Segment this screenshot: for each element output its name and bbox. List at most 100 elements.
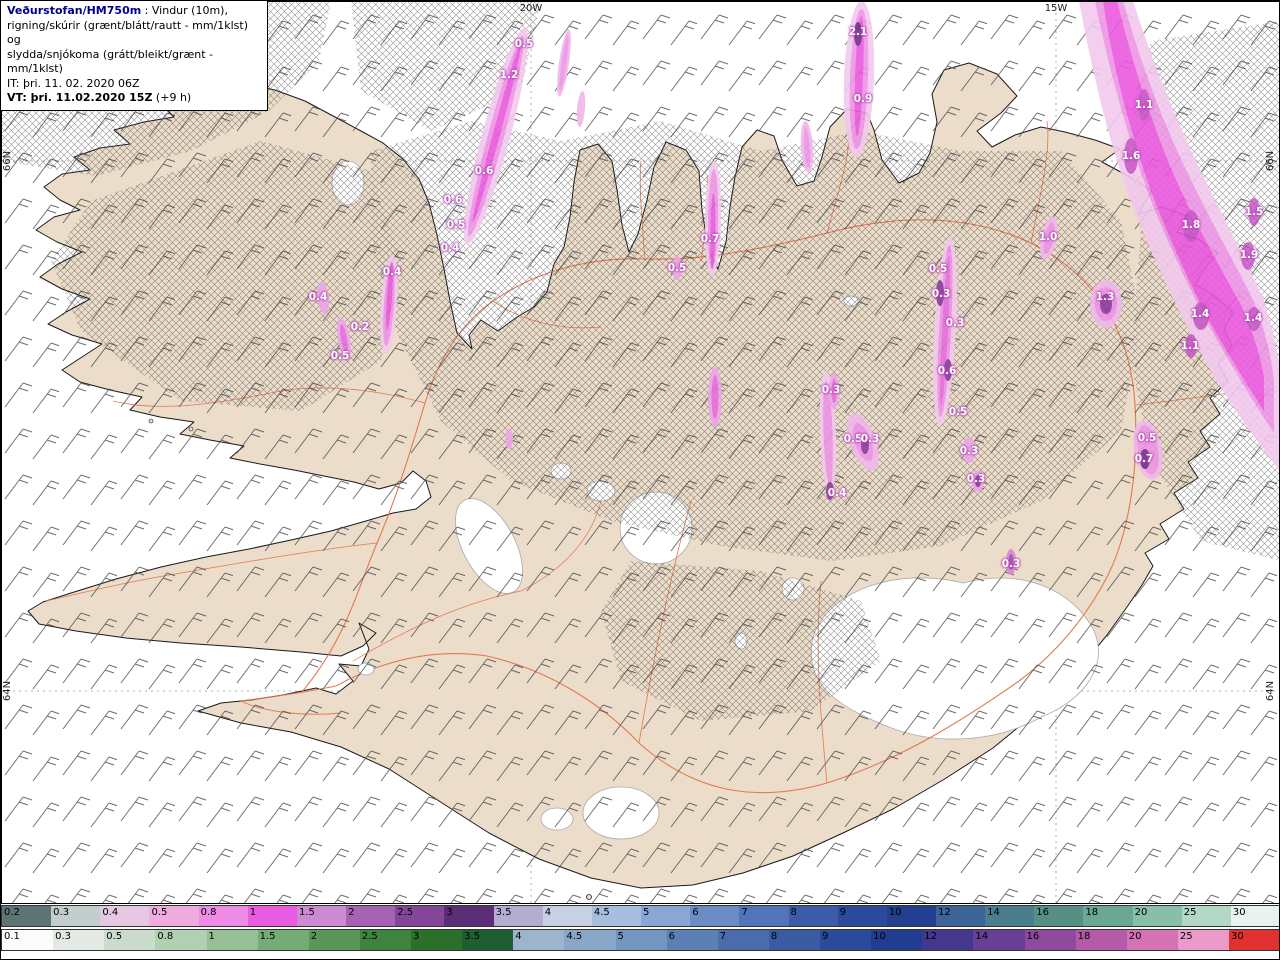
legend-cell-label: 25 [1183, 907, 1197, 918]
legend-cell: 12 [935, 906, 986, 926]
valid-time-offset: (+9 h) [152, 91, 192, 105]
legend-cell: 1.5 [296, 906, 347, 926]
legend-cell: 18 [1083, 906, 1133, 926]
legend-cell-label: 20 [1134, 907, 1148, 918]
legend-cell: 8 [788, 906, 838, 926]
legend-cell-label: 7 [741, 907, 748, 918]
map-area: 20W 15W 66N 64N 66N 64N 0.5 2.1 1.2 0.9 1.1 1… [1, 1, 1279, 904]
coord-label-66n-right: 66N [1265, 151, 1276, 171]
legend-cell-label: 0.8 [157, 931, 174, 942]
legend-cell-label: 14 [987, 907, 1000, 918]
legend-cell-label: 3.5 [464, 931, 481, 942]
legend-cell: 10 [871, 930, 923, 950]
legend-cell: 25 [1181, 906, 1231, 926]
legend-cell: 7 [739, 906, 789, 926]
legend-cell: 0.1 [2, 930, 54, 950]
legend-cell-label: 18 [1085, 907, 1099, 918]
legend-cell: 16 [1024, 930, 1076, 950]
legend-cell: 25 [1177, 930, 1229, 950]
map-canvas: 20W 15W 66N 64N 66N 64N [1, 1, 1279, 904]
legend-cell-label: 6 [668, 931, 675, 942]
legend-cell: 20 [1132, 906, 1182, 926]
legend-cell-label: 1.5 [259, 931, 276, 942]
legend-cell: 2.5 [359, 930, 411, 950]
legend-cell: 20 [1126, 930, 1178, 950]
legend-cell: 4.5 [564, 930, 616, 950]
legend-cell: 1 [247, 906, 297, 926]
legend-cell: 2.5 [395, 906, 445, 926]
title-box: Veðurstofan/HM750m : Vindur (10m), rigni… [1, 1, 268, 111]
legend-cell-label: 2 [310, 931, 318, 942]
legend-cell: 9 [820, 930, 872, 950]
legend-cell: 5 [615, 930, 667, 950]
legend-cell-label: 12 [937, 907, 951, 918]
title-variable: : Vindur (10m), [141, 4, 228, 17]
legend-cell: 6 [666, 930, 718, 950]
legend-cell: 0.8 [198, 906, 248, 926]
title-line-2: rigning/skúrir (grænt/blátt/rautt - mm/1… [7, 18, 249, 47]
legend-cell-label: 8 [790, 907, 797, 918]
legend-cell: 3.5 [462, 930, 514, 950]
weather-chart-frame: 20W 15W 66N 64N 66N 64N 0.5 2.1 1.2 0.9 1.1 1… [0, 0, 1280, 960]
legend-cell: 0.2 [2, 906, 52, 926]
legend-cell-label: 3.5 [495, 907, 512, 918]
legend-cell: 30 [1230, 906, 1279, 926]
legend-cell-label: 2.5 [397, 907, 414, 918]
valid-time: VT: þri. 11.02.2020 15Z (+9 h) [7, 91, 259, 106]
legend-cell: 2 [308, 930, 360, 950]
legend-cell: 0.8 [155, 930, 207, 950]
legend-rain-scale: 0.1 0.3 0.5 0.8 1 1.5 2 2.5 3 3.5 4 4.5 5 6 7 8 9 10 12 14 1… [1, 929, 1279, 951]
legend-cell: 4 [513, 930, 565, 950]
legend-cell-label: 0.1 [4, 931, 20, 942]
legend-cell-label: 5 [643, 907, 650, 918]
legend-cell: 3 [444, 906, 494, 926]
model-name: Veðurstofan/HM750m [7, 4, 142, 17]
legend-cell: 1.5 [257, 930, 309, 950]
legend-cell-label: 30 [1231, 931, 1244, 942]
legend-cell-label: 9 [839, 907, 847, 918]
coord-label-64n-right: 64N [1265, 681, 1276, 701]
legend-cell-label: 1 [208, 931, 215, 942]
legend-cell-label: 0.8 [200, 907, 217, 918]
legend-cell: 5 [641, 906, 691, 926]
legend-cell-label: 2.5 [361, 931, 378, 942]
valid-time-bold: VT: þri. 11.02.2020 15Z [7, 91, 153, 105]
legend-cell-label: 3 [413, 931, 420, 942]
legend-cell-label: 10 [873, 931, 886, 942]
legend-cell-label: 6 [692, 907, 699, 918]
legend: 0.2 0.3 0.4 0.5 0.8 1 1.5 2 2.5 3 3.5 4 4.5 5 6 7 8 9 10 12… [1, 905, 1279, 953]
legend-cell: 14 [985, 906, 1035, 926]
legend-cell: 10 [886, 906, 936, 926]
legend-cell: 0.3 [51, 906, 101, 926]
legend-cell-label: 0.3 [55, 931, 72, 942]
legend-cell-label: 4.5 [566, 931, 583, 942]
legend-cell-label: 0.4 [102, 907, 119, 918]
coord-label-20w: 20W [520, 3, 543, 14]
legend-cell-label: 8 [770, 931, 778, 942]
legend-cell: 9 [837, 906, 887, 926]
coord-label-64n-left: 64N [2, 681, 13, 701]
legend-cell-label: 25 [1179, 931, 1193, 942]
legend-cell-label: 0.3 [53, 907, 70, 918]
legend-cell-label: 3 [446, 907, 453, 918]
legend-cell: 2 [346, 906, 396, 926]
legend-cell-label: 10 [888, 907, 902, 918]
coord-label-15w: 15W [1045, 3, 1068, 14]
legend-cell: 30 [1229, 930, 1279, 950]
legend-cell-label: 1.5 [298, 907, 315, 918]
legend-cell-label: 1 [249, 907, 257, 918]
legend-cell: 0.4 [100, 906, 150, 926]
legend-cell-label: 7 [719, 931, 727, 942]
legend-cell: 6 [690, 906, 740, 926]
legend-cell-label: 4 [515, 931, 522, 942]
legend-cell: 3.5 [493, 906, 543, 926]
legend-cell: 0.3 [53, 930, 105, 950]
title-line-1: Veðurstofan/HM750m : Vindur (10m), [7, 4, 259, 19]
legend-cell: 0.5 [104, 930, 156, 950]
legend-cell: 12 [922, 930, 974, 950]
legend-cell: 4 [542, 906, 592, 926]
legend-cell: 4.5 [591, 906, 642, 926]
legend-cell: 16 [1034, 906, 1084, 926]
legend-cell-label: 0.2 [4, 907, 20, 918]
legend-cell: 0.5 [149, 906, 199, 926]
